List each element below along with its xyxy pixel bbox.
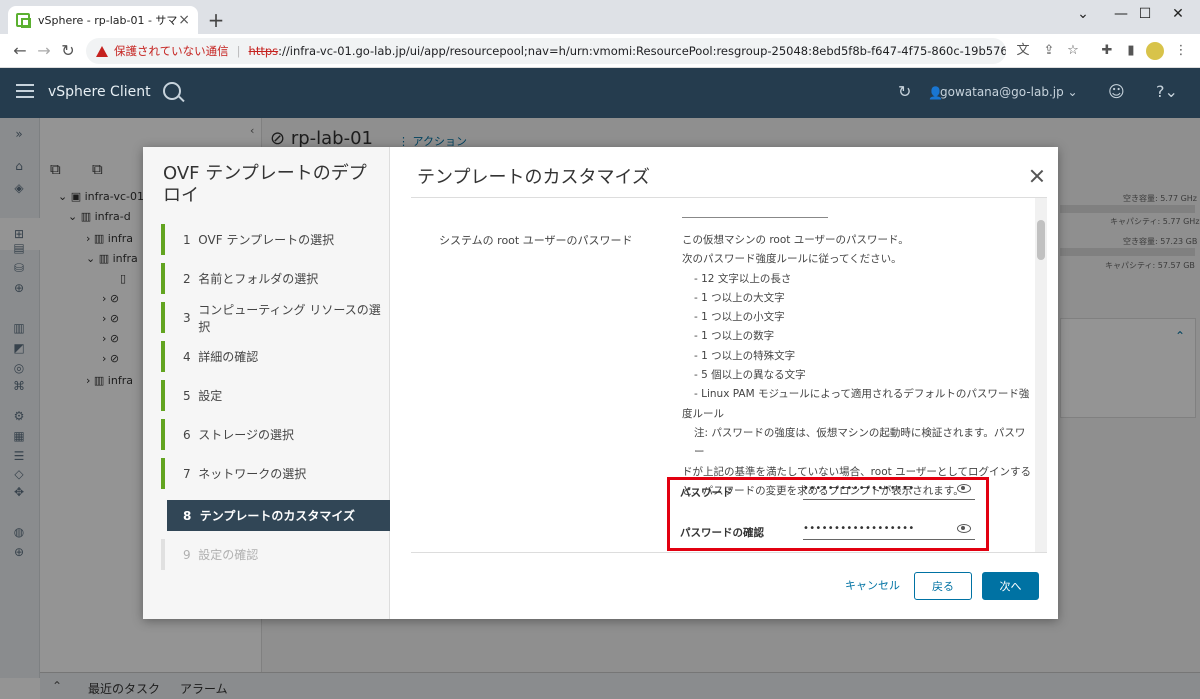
new-tab-button[interactable]: + [204,6,228,34]
password-value: •••••••••••••••••• [803,483,915,494]
wizard-step-4[interactable]: 4 詳細の確認 [161,341,390,372]
close-icon[interactable] [1030,169,1044,183]
password-rule: - 5 個以上の異なる文字 [694,369,806,382]
wizard-step-5[interactable]: 5 設定 [161,380,390,411]
wizard-content: テンプレートのカスタマイズ システムの root ユーザーのパスワード この仮想… [390,147,1058,619]
wizard-step-7[interactable]: 7 ネットワークの選択 [161,458,390,489]
step-label: OVF テンプレートの選択 [198,233,335,247]
scrollbar-thumb[interactable] [1037,220,1045,260]
cancel-button[interactable]: キャンセル [845,577,900,593]
confirm-password-label: パスワードの確認 [680,527,764,539]
form-scrollbar[interactable] [1035,198,1047,552]
reload-icon[interactable]: ↻ [56,39,80,63]
step-label: ネットワークの選択 [198,467,307,481]
password-label: パスワード [680,487,733,499]
step-label: ストレージの選択 [198,428,295,442]
step-number: 1 [183,232,191,247]
vsphere-favicon-icon [16,13,31,28]
back-button[interactable]: 戻る [914,572,972,600]
browser-toolbar: ← → ↻ 保護されていない通信 | https://infra-vc-01.g… [0,34,1200,68]
password-rule-cont: 度ルール [682,407,724,420]
password-rule: - 1 つ以上の数字 [694,330,775,343]
wizard-step-3[interactable]: 3 コンピューティング リソースの選択 [161,302,390,334]
show-password-eye-icon[interactable] [957,484,971,493]
description-line: 次のパスワード強度ルールに従ってください。 [682,253,902,266]
app-title: vSphere Client [48,84,151,100]
hamburger-menu-icon[interactable] [16,84,34,98]
next-button[interactable]: 次へ [982,572,1039,600]
address-bar[interactable]: 保護されていない通信 | https://infra-vc-01.go-lab.… [86,38,1006,64]
step-number: 5 [183,388,191,403]
step-number: 8 [183,508,192,523]
wizard-sidebar: OVF テンプレートのデプロイ 1 OVF テンプレートの選択 2 名前とフォル… [143,147,390,619]
step-label: 名前とフォルダの選択 [198,272,319,286]
show-confirm-password-eye-icon[interactable] [957,524,971,533]
tab-close-icon[interactable]: × [178,12,190,28]
password-rule: - 1 つ以上の特殊文字 [694,349,796,362]
browser-tabbar: vSphere - rp-lab-01 - サマリ × + ⌄ — ☐ ✕ [0,0,1200,34]
extensions-icon[interactable]: ✚ [1098,42,1116,60]
address-separator: | [236,44,241,58]
url-text: ://infra-vc-01.go-lab.jp/ui/app/resource… [278,44,1006,58]
user-menu[interactable]: gowatana@go-lab.jp ⌄ [940,85,1078,99]
wizard-step-1[interactable]: 1 OVF テンプレートの選択 [161,224,390,255]
vsphere-header: vSphere Client ↻ 👤 gowatana@go-lab.jp ⌄ … [0,68,1200,118]
customize-template-form[interactable]: システムの root ユーザーのパスワード この仮想マシンの root ユーザー… [411,197,1047,553]
step-number: 4 [183,349,191,364]
browser-tab[interactable]: vSphere - rp-lab-01 - サマリ × [8,6,198,34]
side-panel-icon[interactable]: ▮ [1122,42,1140,60]
password-rule: - 12 文字以上の長さ [694,272,792,285]
step-label: コンピューティング リソースの選択 [198,302,381,334]
description-line: この仮想マシンの root ユーザーのパスワード。 [682,234,909,246]
step-number: 9 [183,547,191,562]
security-warning[interactable]: 保護されていない通信 [114,43,229,59]
forward-arrow-icon[interactable]: → [32,39,56,63]
step-label: 詳細の確認 [198,350,259,364]
note-line: 注: パスワードの強度は、仮想マシンの起動時に検証されます。パスワー [694,426,1026,459]
share-icon[interactable]: ⇪ [1040,42,1058,60]
confirm-password-input[interactable]: •••••••••••••••••• [803,522,975,540]
password-highlight-box: パスワード •••••••••••••••••• パスワードの確認 ••••••… [667,477,989,551]
wizard-step-8[interactable]: 8 テンプレートのカスタマイズ [167,500,390,531]
property-description: この仮想マシンの root ユーザーのパスワード。 次のパスワード強度ルールに従… [682,231,1032,501]
profile-avatar-icon[interactable] [1146,42,1164,60]
wizard-title: OVF テンプレートのデプロイ [163,163,367,206]
step-label: 設定 [198,389,223,403]
help-icon[interactable]: ?⌄ [1156,82,1178,101]
search-icon[interactable] [163,82,181,100]
step-label: テンプレートのカスタマイズ [199,509,355,523]
ovf-deploy-wizard: OVF テンプレートのデプロイ 1 OVF テンプレートの選択 2 名前とフォル… [143,147,1058,619]
user-name: gowatana@go-lab.jp [940,85,1064,99]
step-number: 2 [183,271,191,286]
property-label: システムの root ユーザーのパスワード [439,234,633,247]
previous-field-underline [682,217,828,218]
bookmark-star-icon[interactable]: ☆ [1064,42,1082,60]
step-number: 7 [183,466,191,481]
url-scheme: https [248,44,279,58]
browser-menu-icon[interactable]: ⋮ [1172,42,1190,60]
translate-icon[interactable]: 文 [1014,42,1032,60]
refresh-icon[interactable]: ↻ [898,82,911,101]
wizard-step-2[interactable]: 2 名前とフォルダの選択 [161,263,390,294]
warning-icon [96,45,108,57]
password-rule: - 1 つ以上の小文字 [694,311,785,324]
step-label: 設定の確認 [198,548,259,562]
wizard-step-6[interactable]: 6 ストレージの選択 [161,419,390,450]
password-input[interactable]: •••••••••••••••••• [803,482,975,500]
tab-title: vSphere - rp-lab-01 - サマリ [38,14,179,27]
window-close-button[interactable]: ✕ [1155,0,1200,30]
confirm-password-value: •••••••••••••••••• [803,523,915,534]
wizard-step-9: 9 設定の確認 [161,539,390,570]
feedback-smiley-icon[interactable]: ☺ [1108,82,1125,101]
password-rule: - 1 つ以上の大文字 [694,291,785,304]
wizard-steps: 1 OVF テンプレートの選択 2 名前とフォルダの選択 3 コンピューティング… [161,224,391,574]
step-number: 6 [183,427,191,442]
back-arrow-icon[interactable]: ← [8,39,32,63]
step-number: 3 [183,310,191,325]
page-title: テンプレートのカスタマイズ [417,167,650,188]
password-rule: - Linux PAM モジュールによって適用されるデフォルトのパスワード強 [694,388,1030,401]
